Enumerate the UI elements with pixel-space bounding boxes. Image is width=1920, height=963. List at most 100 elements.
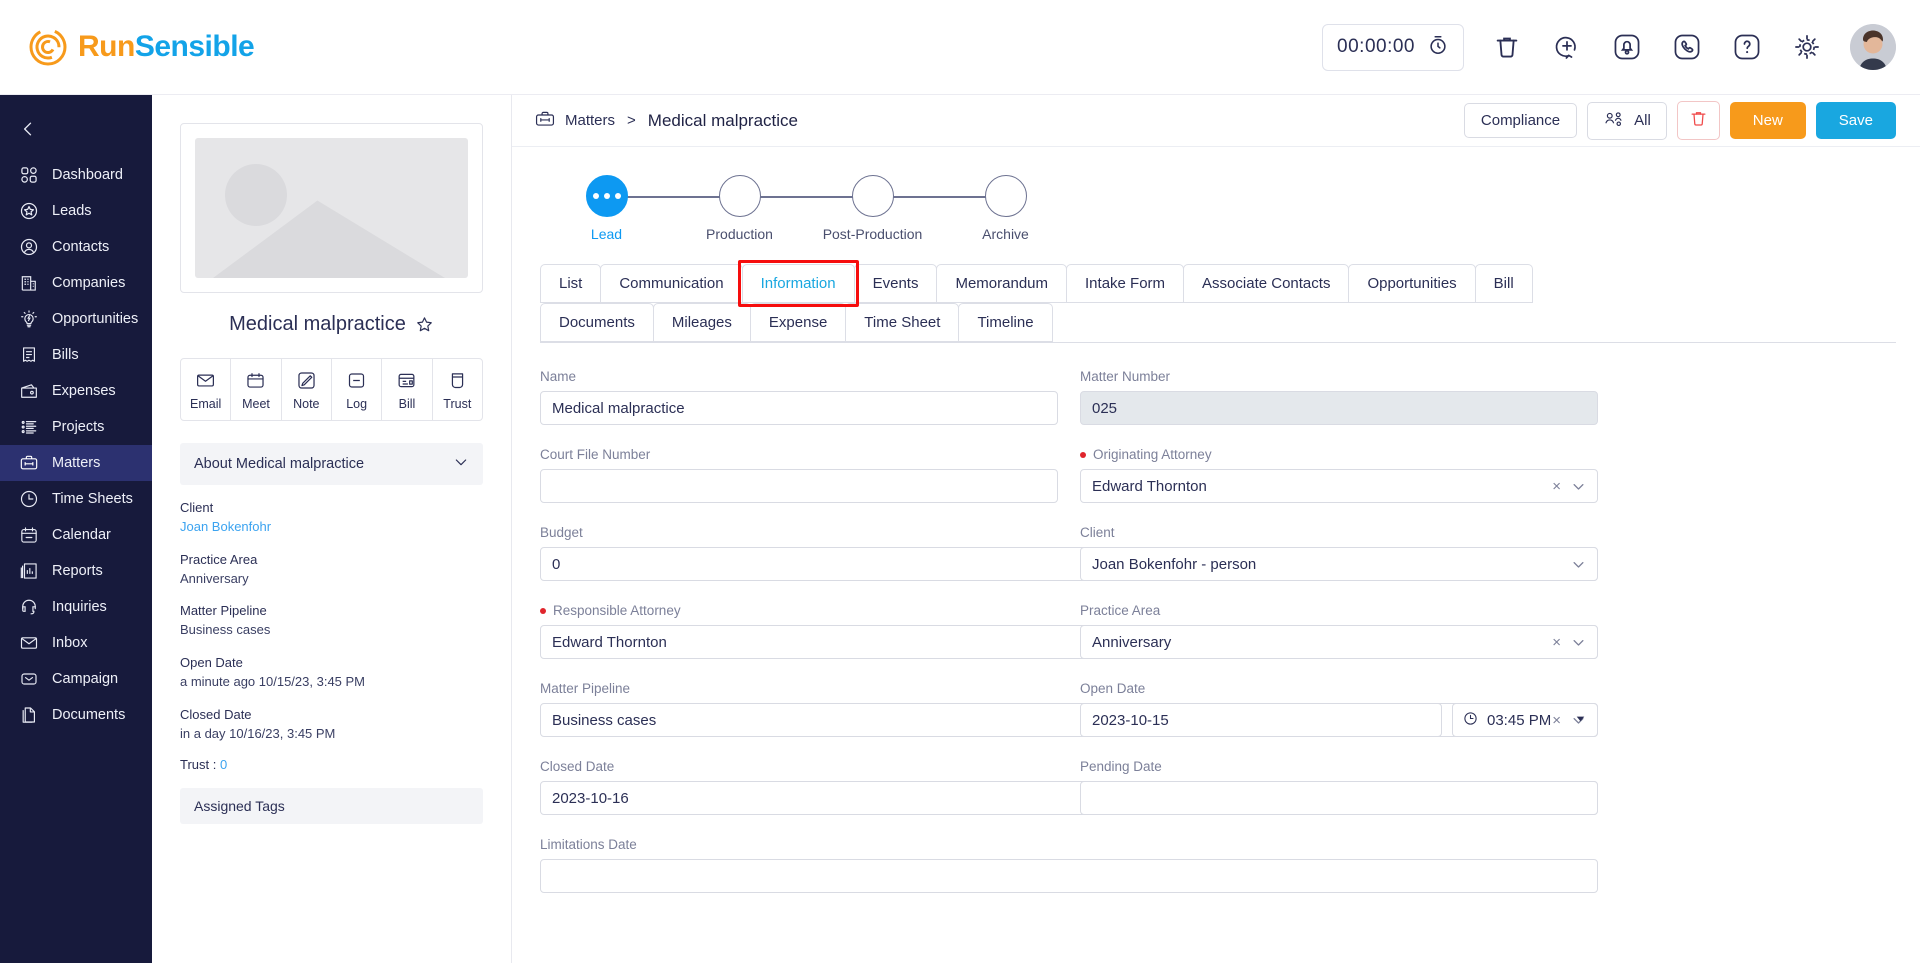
add-circle-icon[interactable] [1550,30,1584,64]
field-value: Medical malpractice [552,399,685,417]
quick-action-note[interactable]: Note [282,359,332,420]
avatar[interactable] [1850,24,1896,70]
timer-value: 00:00:00 [1337,36,1415,57]
field-label: Originating Attorney [1080,447,1598,462]
field-practice-area: Practice Area Anniversary × [1080,603,1598,659]
sidebar-item-companies[interactable]: Companies [0,265,152,301]
log-icon [332,370,381,391]
briefcase-icon [534,108,556,134]
sidebar-item-contacts[interactable]: Contacts [0,229,152,265]
sidebar-item-inbox[interactable]: Inbox [0,625,152,661]
about-section-header[interactable]: About Medical malpractice [180,443,483,485]
breadcrumb-separator: > [627,112,636,129]
phone-icon[interactable] [1670,30,1704,64]
star-icon[interactable] [415,315,434,334]
detail-client: Client Joan Bokenfohr [180,499,483,537]
sidebar-item-label: Companies [52,275,126,291]
tab-time-sheet[interactable]: Time Sheet [845,303,960,342]
all-users-button[interactable]: All [1587,101,1667,140]
detail-closed-date: Closed Date in a day 10/16/23, 3:45 PM [180,706,483,744]
field-label: Client [1080,525,1115,540]
tab-expense[interactable]: Expense [749,303,847,342]
pipeline-step-lead[interactable]: Lead [540,175,740,242]
court-file-number-input[interactable] [540,469,1058,503]
tab-bill[interactable]: Bill [1474,264,1533,303]
app-logo[interactable]: RunSensible [28,27,255,67]
help-icon[interactable] [1730,30,1764,64]
quick-action-meet[interactable]: Meet [231,359,282,420]
sidebar-item-inquiries[interactable]: Inquiries [0,589,152,625]
sidebar-item-projects[interactable]: Projects [0,409,152,445]
pipeline-step-production[interactable]: Production [673,175,873,242]
tab-memorandum[interactable]: Memorandum [936,264,1068,303]
chevron-down-icon[interactable] [1571,557,1586,572]
sidebar-item-dashboard[interactable]: Dashboard [0,157,152,193]
open-time-select[interactable]: 03:45 PM [1452,703,1598,737]
new-button[interactable]: New [1729,102,1806,139]
step-dot [718,175,761,217]
compliance-button[interactable]: Compliance [1463,103,1578,138]
tab-associate-contacts[interactable]: Associate Contacts [1183,264,1350,303]
timer-widget[interactable]: 00:00:00 [1322,23,1464,71]
tab-events[interactable]: Events [853,264,938,303]
originating-attorney-select[interactable]: Edward Thornton × [1080,469,1598,503]
detail-value[interactable]: Joan Bokenfohr [180,518,483,537]
clock-icon [18,488,40,510]
sidebar-item-documents[interactable]: Documents [0,697,152,733]
pipeline-step-post-production[interactable]: Post-Production [806,175,1006,242]
client-select[interactable]: Joan Bokenfohr - person [1080,547,1598,581]
ellipsis-icon [592,193,621,199]
sidebar-item-time-sheets[interactable]: Time Sheets [0,481,152,517]
trash-icon[interactable] [1490,30,1524,64]
clear-icon[interactable]: × [1552,634,1561,651]
field-label: Budget [540,525,583,540]
quick-action-label: Log [346,397,368,411]
quick-action-bill[interactable]: Bill [382,359,433,420]
tab-information[interactable]: Information [741,264,855,303]
quick-action-trust[interactable]: Trust [433,359,482,420]
chevron-down-icon[interactable] [1571,479,1586,494]
tab-documents[interactable]: Documents [540,303,654,342]
tab-list[interactable]: List [540,264,602,303]
field-budget: Budget 0 [540,525,1598,581]
stopwatch-icon[interactable] [1427,34,1449,61]
chevron-down-icon[interactable] [1571,635,1586,650]
clock-icon [1463,711,1478,730]
sidebar-item-matters[interactable]: Matters [0,445,152,481]
gear-icon[interactable] [1790,30,1824,64]
bulb-icon [18,308,40,330]
sidebar-item-bills[interactable]: Bills [0,337,152,373]
delete-button[interactable] [1676,101,1720,140]
sidebar-item-leads[interactable]: Leads [0,193,152,229]
sidebar-item-label: Expenses [52,383,116,399]
sidebar-collapse-button[interactable] [0,101,152,157]
save-button[interactable]: Save [1815,102,1896,139]
sidebar-item-expenses[interactable]: Expenses [0,373,152,409]
chevron-down-icon[interactable] [453,454,469,474]
sidebar-item-campaign[interactable]: Campaign [0,661,152,697]
clear-icon[interactable]: × [1552,478,1561,495]
practice-area-select[interactable]: Anniversary × [1080,625,1598,659]
tab-intake-form[interactable]: Intake Form [1066,264,1185,303]
limitations-date-input[interactable] [540,859,1598,893]
breadcrumb-root[interactable]: Matters [565,112,615,129]
quick-action-email[interactable]: Email [181,359,232,420]
quick-action-log[interactable]: Log [332,359,383,420]
pipeline-step-archive[interactable]: Archive [939,175,1072,242]
assigned-tags-header[interactable]: Assigned Tags [180,788,483,825]
field-label: Practice Area [1080,603,1161,618]
tab-timeline[interactable]: Timeline [958,303,1053,342]
sidebar-item-reports[interactable]: Reports [0,553,152,589]
open-date-input[interactable]: 2023-10-15 [1080,703,1442,737]
sidebar-item-calendar[interactable]: Calendar [0,517,152,553]
matter-summary-panel: Medical malpractice Email Meet Note Log … [152,95,512,963]
sidebar-item-opportunities[interactable]: Opportunities [0,301,152,337]
bell-icon[interactable] [1610,30,1644,64]
chevron-down-icon[interactable] [1574,712,1587,729]
tab-bar: List Communication Information Events Me… [512,260,1896,342]
tab-mileages[interactable]: Mileages [652,303,751,342]
name-input[interactable]: Medical malpractice [540,391,1058,425]
tab-communication[interactable]: Communication [600,264,743,303]
pending-date-input[interactable] [1080,781,1598,815]
tab-opportunities[interactable]: Opportunities [1348,264,1476,303]
